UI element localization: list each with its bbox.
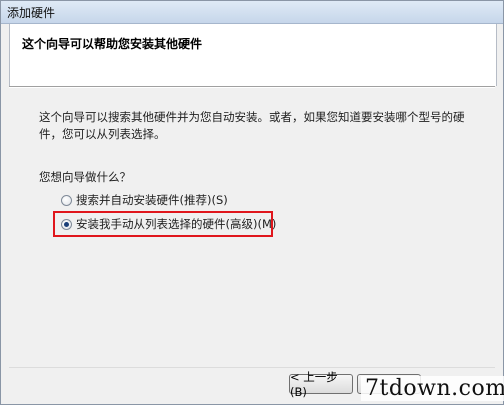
wizard-question: 您想向导做什么？ bbox=[39, 170, 131, 184]
option-auto-search[interactable]: 搜索并自动安装硬件(推荐)(S) bbox=[61, 191, 228, 209]
wizard-header: 这个向导可以帮助您安装其他硬件 bbox=[9, 24, 497, 86]
wizard-description: 这个向导可以搜索其他硬件并为您自动安装。或者，如果您知道要安装哪个型号的硬件，您… bbox=[39, 110, 465, 141]
window-title: 添加硬件 bbox=[7, 6, 56, 20]
option-auto-search-label: 搜索并自动安装硬件(推荐)(S) bbox=[76, 193, 228, 207]
footer-divider bbox=[9, 367, 495, 368]
add-hardware-dialog: 添加硬件 这个向导可以帮助您安装其他硬件 这个向导可以搜索其他硬件并为您自动安装… bbox=[0, 0, 504, 405]
highlight-annotation bbox=[53, 211, 273, 237]
back-button[interactable]: < 上一步(B) bbox=[289, 370, 353, 399]
header-title: 这个向导可以帮助您安装其他硬件 bbox=[22, 37, 203, 51]
radio-auto-search[interactable] bbox=[61, 194, 72, 206]
title-bar: 添加硬件 bbox=[1, 1, 503, 24]
site-watermark: 7tdown.com bbox=[361, 376, 504, 401]
